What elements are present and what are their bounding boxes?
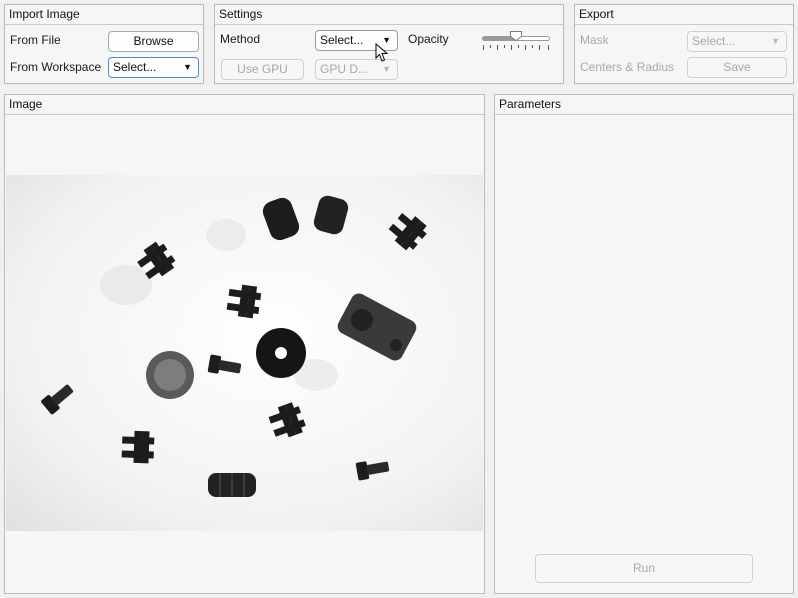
- method-dropdown-value: Select...: [320, 33, 364, 47]
- workspace-dropdown-value: Select...: [113, 60, 157, 74]
- settings-panel: Settings Method Select... ▼ Opacity Use …: [214, 4, 564, 84]
- mask-dropdown-value: Select...: [692, 34, 736, 48]
- image-title: Image: [5, 95, 484, 115]
- coins-objects-image: [6, 175, 483, 531]
- import-image-title: Import Image: [5, 5, 203, 25]
- export-panel: Export Mask Select... ▼ Centers & Radius…: [574, 4, 794, 84]
- slider-thumb-icon[interactable]: [510, 31, 522, 41]
- export-title: Export: [575, 5, 793, 25]
- browse-button[interactable]: Browse: [108, 31, 199, 52]
- chevron-down-icon: ▼: [771, 36, 780, 46]
- gpu-device-dropdown-value: GPU D...: [320, 62, 369, 76]
- opacity-slider[interactable]: [482, 30, 552, 54]
- centers-radius-label: Centers & Radius: [580, 60, 675, 74]
- mouse-pointer-icon: [375, 43, 389, 62]
- image-display[interactable]: [6, 175, 483, 531]
- parameters-title: Parameters: [495, 95, 793, 115]
- mask-label: Mask: [580, 33, 609, 47]
- settings-title: Settings: [215, 5, 563, 25]
- method-label: Method: [220, 32, 261, 46]
- slider-ticks: [483, 45, 549, 50]
- image-panel: Image: [4, 94, 485, 594]
- workspace-dropdown[interactable]: Select... ▼: [108, 57, 199, 78]
- mask-dropdown[interactable]: Select... ▼: [687, 31, 787, 52]
- use-gpu-button[interactable]: Use GPU: [221, 59, 304, 80]
- save-button[interactable]: Save: [687, 57, 787, 78]
- import-image-panel: Import Image From File Browse From Works…: [4, 4, 204, 84]
- parameters-panel: Parameters Run: [494, 94, 794, 594]
- opacity-label: Opacity: [408, 32, 449, 46]
- run-button[interactable]: Run: [535, 554, 753, 583]
- from-workspace-label: From Workspace: [10, 60, 102, 74]
- from-file-label: From File: [10, 33, 61, 47]
- chevron-down-icon: ▼: [183, 62, 192, 72]
